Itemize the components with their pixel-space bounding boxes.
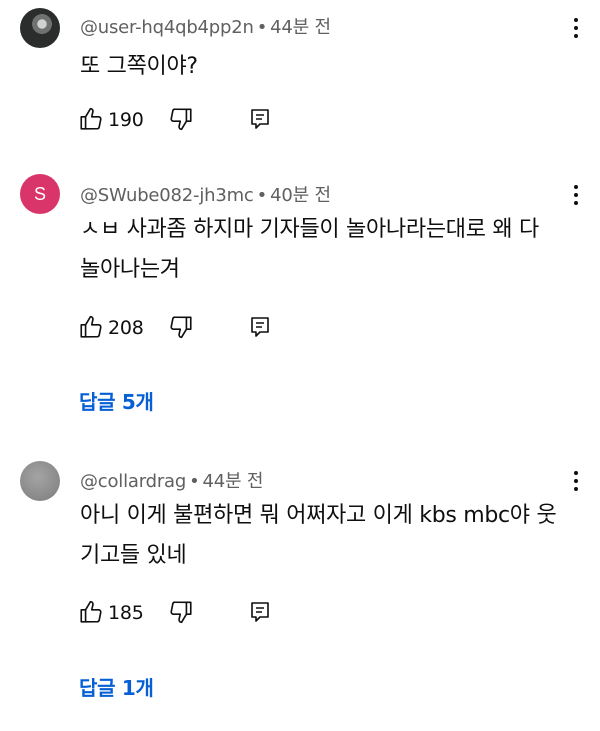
more-vertical-icon[interactable]	[566, 181, 586, 209]
reply-icon[interactable]	[248, 314, 272, 340]
separator-dot: •	[256, 185, 268, 206]
thumb-down-icon[interactable]	[168, 599, 194, 625]
separator-dot: •	[256, 17, 268, 38]
more-vertical-icon[interactable]	[566, 467, 586, 495]
comment-time: 40분 전	[270, 185, 331, 206]
thumb-up-icon[interactable]	[78, 106, 104, 132]
like-count: 190	[108, 109, 144, 131]
comment-meta: @user-hq4qb4pp2n • 44분 전	[80, 13, 331, 39]
thumb-down-icon[interactable]	[168, 314, 194, 340]
comment-meta: @SWube082-jh3mc • 40분 전	[80, 181, 331, 207]
more-vertical-icon[interactable]	[566, 14, 586, 42]
author-handle[interactable]: @user-hq4qb4pp2n	[80, 17, 254, 38]
avatar[interactable]	[20, 461, 60, 501]
thumb-up-icon[interactable]	[78, 599, 104, 625]
like-count: 185	[108, 602, 144, 624]
comments-page: @user-hq4qb4pp2n • 44분 전 또 그쪽이야? 190 S @SW…	[0, 0, 600, 731]
comment-text: ㅅㅂ 사과좀 하지마 기자들이 놀아나라는대로 왜 다 놀아나는겨	[80, 217, 539, 282]
view-replies-link[interactable]: 답글 1개	[79, 672, 154, 701]
comment-text: 아니 이게 불편하면 뭐 어쩌자고 이게 kbs mbc야 웃기고들 있네	[80, 503, 557, 568]
avatar[interactable]	[20, 8, 60, 48]
like-count: 208	[108, 317, 144, 339]
comment-time: 44분 전	[270, 17, 331, 38]
avatar[interactable]: S	[20, 174, 60, 214]
reply-icon[interactable]	[248, 106, 272, 132]
author-handle[interactable]: @SWube082-jh3mc	[80, 185, 254, 206]
view-replies-link[interactable]: 답글 5개	[79, 386, 154, 415]
comment-time: 44분 전	[202, 471, 264, 492]
author-handle[interactable]: @collardrag	[80, 471, 186, 492]
thumb-down-icon[interactable]	[168, 106, 194, 132]
reply-icon[interactable]	[248, 599, 272, 625]
separator-dot: •	[189, 471, 200, 492]
thumb-up-icon[interactable]	[78, 314, 104, 340]
comment-text: 또 그쪽이야?	[80, 54, 198, 79]
comment-meta: @collardrag • 44분 전	[80, 467, 263, 493]
